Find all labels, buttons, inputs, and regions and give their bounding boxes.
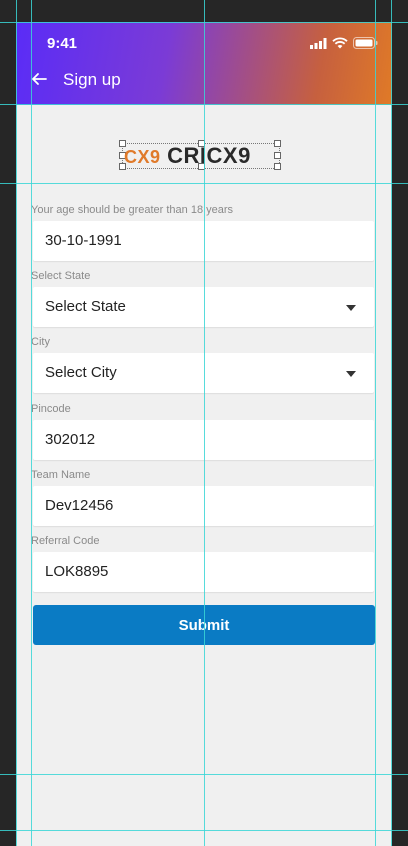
guide-line [391, 0, 392, 846]
chevron-down-icon [346, 371, 356, 377]
guide-line [0, 22, 408, 23]
guide-line [0, 830, 408, 831]
design-canvas: 9:41 Sign up CX9 CRICX9 Your age should … [0, 0, 408, 846]
logo-text: CX9 CRICX9 [124, 144, 251, 169]
guide-line [375, 0, 376, 846]
dob-value: 30-10-1991 [45, 232, 122, 249]
guide-line [0, 104, 408, 105]
team-name-label: Team Name [31, 469, 91, 481]
guide-line [204, 0, 205, 846]
status-time: 9:41 [47, 35, 78, 52]
back-arrow-icon[interactable] [29, 69, 49, 89]
signal-icon [310, 37, 327, 49]
guide-line [0, 183, 408, 184]
status-icons [310, 37, 378, 49]
guide-line [16, 0, 17, 846]
city-value: Select City [45, 364, 117, 381]
selection-handle [274, 163, 281, 170]
wifi-icon [332, 37, 348, 49]
app-logo: CX9 CRICX9 [119, 140, 281, 170]
state-label: Select State [31, 270, 91, 282]
team-name-value: Dev12456 [45, 497, 114, 514]
referral-code-value: LOK8895 [45, 563, 109, 580]
selection-handle [274, 140, 281, 147]
pincode-label: Pincode [31, 403, 71, 415]
logo-mark: CX9 [124, 147, 161, 167]
age-hint-label: Your age should be greater than 18 years [31, 204, 234, 216]
referral-code-label: Referral Code [31, 535, 100, 547]
city-label: City [31, 336, 50, 348]
chevron-down-icon [346, 305, 356, 311]
state-value: Select State [45, 298, 126, 315]
page-title: Sign up [63, 70, 121, 89]
guide-line [0, 774, 408, 775]
selection-handle [274, 152, 281, 159]
pincode-value: 302012 [45, 431, 96, 448]
guide-line [31, 0, 32, 846]
logo-name: CRICX9 [167, 143, 251, 168]
